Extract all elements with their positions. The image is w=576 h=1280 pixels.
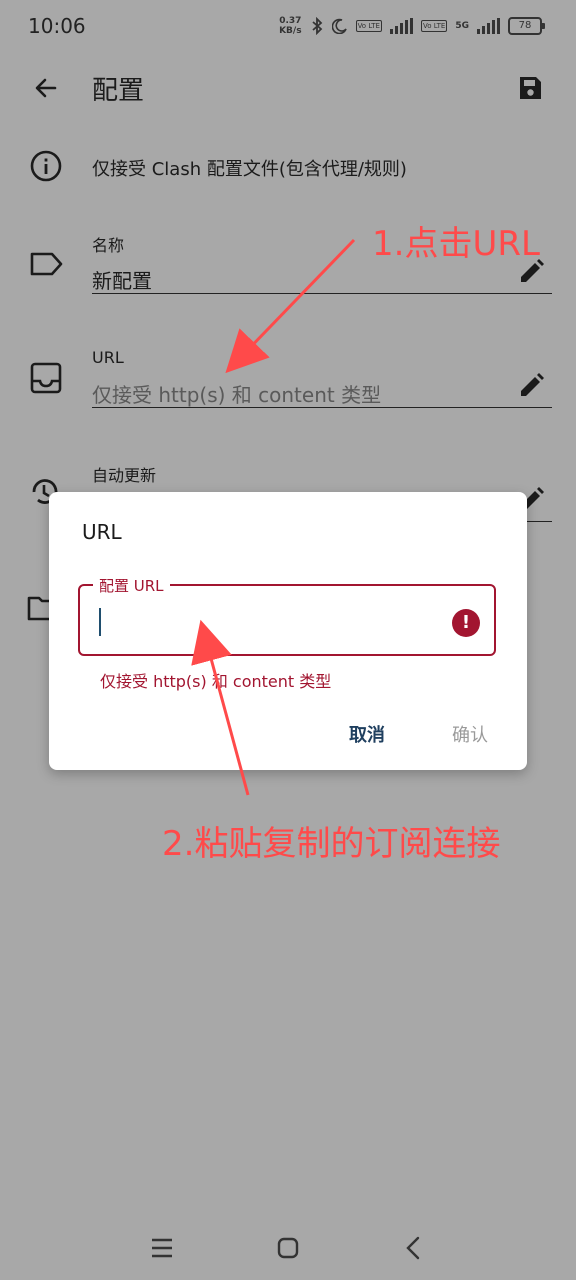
back-nav-button[interactable] — [398, 1232, 430, 1264]
back-chevron-icon — [406, 1236, 420, 1260]
annotation-arrows — [191, 238, 356, 796]
annotation-arrow-1 — [225, 238, 356, 374]
navigation-bar — [0, 1210, 576, 1280]
menu-icon — [152, 1238, 172, 1258]
annotation-step2: 2.粘贴复制的订阅连接 — [162, 824, 501, 864]
home-icon — [277, 1237, 299, 1259]
home-button[interactable] — [272, 1232, 304, 1264]
menu-button[interactable] — [146, 1232, 178, 1264]
annotation-arrow-2 — [191, 619, 250, 796]
annotation-step1: 1.点击URL — [372, 224, 540, 264]
